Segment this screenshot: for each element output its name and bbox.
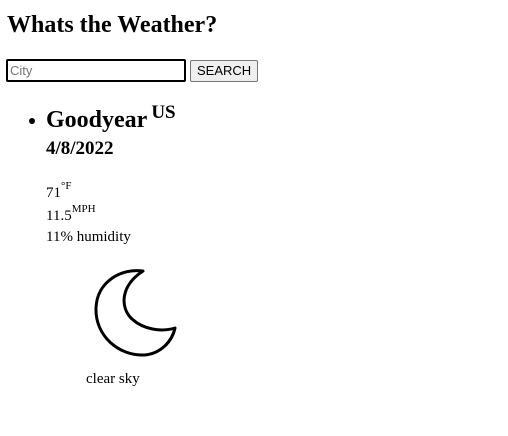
page-title: Whats the Weather? xyxy=(7,12,218,38)
city-heading: Goodyear US xyxy=(46,102,176,136)
city-search-input[interactable] xyxy=(6,59,186,82)
country-code: US xyxy=(151,102,176,123)
forecast-date: 4/8/2022 xyxy=(46,138,114,159)
wind-speed-unit: MPH xyxy=(71,203,96,215)
temperature-unit: °F xyxy=(61,180,72,192)
humidity: 11% humidity xyxy=(46,229,131,245)
search-button[interactable]: SEARCH xyxy=(190,59,259,82)
search-form: SEARCH xyxy=(6,59,259,82)
temperature-value: 71 xyxy=(46,185,61,201)
wind-speed-value: 11.5 xyxy=(46,208,72,224)
temperature: 71°F xyxy=(46,181,72,202)
city-name: Goodyear xyxy=(46,107,148,133)
weather-description: clear sky xyxy=(86,371,140,387)
moon-icon xyxy=(94,269,177,357)
list-bullet xyxy=(29,118,35,124)
wind-speed: 11.5MPH xyxy=(46,204,96,225)
